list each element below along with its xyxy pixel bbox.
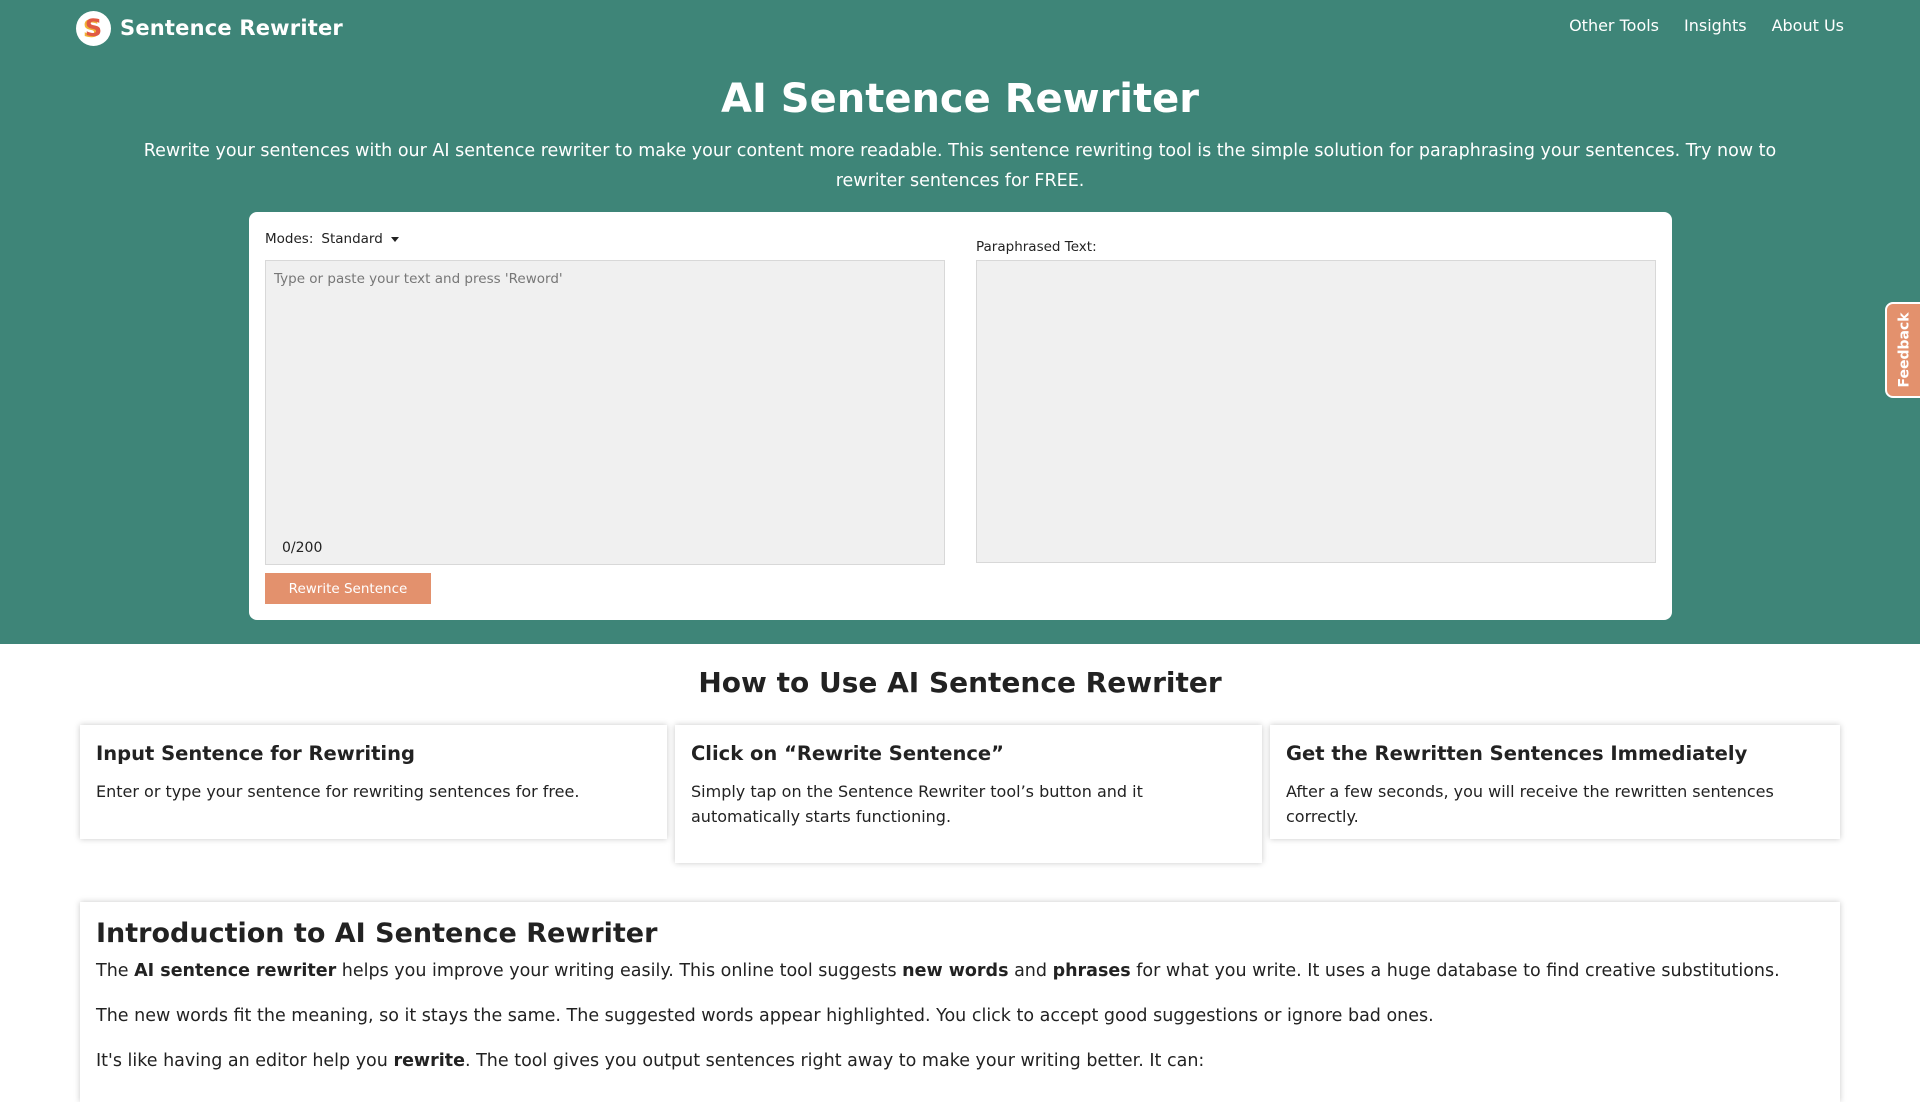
emphasis-term: rewrite bbox=[393, 1051, 465, 1071]
text-segment: The bbox=[96, 961, 135, 981]
step-card: Input Sentence for Rewriting Enter or ty… bbox=[80, 725, 667, 839]
page-subtitle: Rewrite your sentences with our AI sente… bbox=[143, 141, 1777, 191]
step-card: Get the Rewritten Sentences Immediately … bbox=[1270, 725, 1840, 839]
text-segment: . The tool gives you output sentences ri… bbox=[464, 1051, 1205, 1071]
logo-letter: S bbox=[84, 14, 103, 42]
intro-card: Introduction to AI Sentence Rewriter The… bbox=[80, 902, 1840, 1102]
character-counter: 0/200 bbox=[282, 540, 323, 556]
page-title: AI Sentence Rewriter bbox=[721, 76, 1199, 122]
text-segment: helps you improve your writing easily. T… bbox=[336, 961, 903, 981]
how-to-title: How to Use AI Sentence Rewriter bbox=[698, 666, 1222, 699]
logo-icon[interactable]: S bbox=[76, 10, 111, 46]
top-nav: Other Tools Insights About Us bbox=[1569, 16, 1844, 35]
text-segment: It's like having an editor help you bbox=[96, 1051, 394, 1071]
step-title: Get the Rewritten Sentences Immediately bbox=[1286, 742, 1748, 765]
input-textarea[interactable] bbox=[266, 261, 944, 564]
text-segment: and bbox=[1008, 961, 1053, 981]
input-area: 0/200 bbox=[265, 260, 945, 565]
text-segment: for what you write. It uses a huge datab… bbox=[1130, 961, 1780, 981]
modes-label: Modes: bbox=[265, 231, 314, 247]
feedback-tab[interactable]: Feedback bbox=[1885, 302, 1920, 398]
modes-control: Modes: Standard bbox=[265, 231, 399, 247]
intro-paragraph-3: It's like having an editor help you rewr… bbox=[96, 1049, 1824, 1074]
nav-link-insights[interactable]: Insights bbox=[1684, 16, 1747, 35]
nav-link-about-us[interactable]: About Us bbox=[1772, 16, 1844, 35]
step-text: Simply tap on the Sentence Rewriter tool… bbox=[691, 782, 1143, 826]
emphasis-term: AI sentence rewriter bbox=[134, 961, 337, 981]
intro-title: Introduction to AI Sentence Rewriter bbox=[96, 918, 658, 949]
step-text: After a few seconds, you will receive th… bbox=[1286, 782, 1774, 826]
mode-dropdown[interactable]: Standard bbox=[321, 231, 399, 247]
emphasis-term: new words bbox=[902, 961, 1009, 981]
paraphrased-text-label: Paraphrased Text: bbox=[976, 239, 1097, 255]
step-card: Click on “Rewrite Sentence” Simply tap o… bbox=[675, 725, 1262, 863]
output-textarea[interactable] bbox=[976, 260, 1656, 563]
caret-down-icon bbox=[390, 236, 399, 242]
rewriter-tool-card: Modes: Standard Paraphrased Text: 0/200 … bbox=[249, 212, 1672, 620]
step-title: Click on “Rewrite Sentence” bbox=[691, 742, 1004, 765]
hero-section: S Sentence Rewriter Other Tools Insights… bbox=[0, 0, 1920, 644]
mode-selected-value: Standard bbox=[321, 231, 383, 247]
step-title: Input Sentence for Rewriting bbox=[96, 742, 415, 765]
brand-name[interactable]: Sentence Rewriter bbox=[120, 16, 343, 40]
intro-paragraph-2: The new words fit the meaning, so it sta… bbox=[96, 1006, 1434, 1026]
nav-link-other-tools[interactable]: Other Tools bbox=[1569, 16, 1659, 35]
rewrite-sentence-button[interactable]: Rewrite Sentence bbox=[265, 573, 431, 604]
intro-paragraph-1: The AI sentence rewriter helps you impro… bbox=[96, 959, 1824, 984]
emphasis-term: phrases bbox=[1052, 961, 1131, 981]
feedback-label: Feedback bbox=[1897, 312, 1913, 388]
brand[interactable]: S Sentence Rewriter bbox=[76, 10, 343, 46]
step-text: Enter or type your sentence for rewritin… bbox=[96, 782, 580, 801]
